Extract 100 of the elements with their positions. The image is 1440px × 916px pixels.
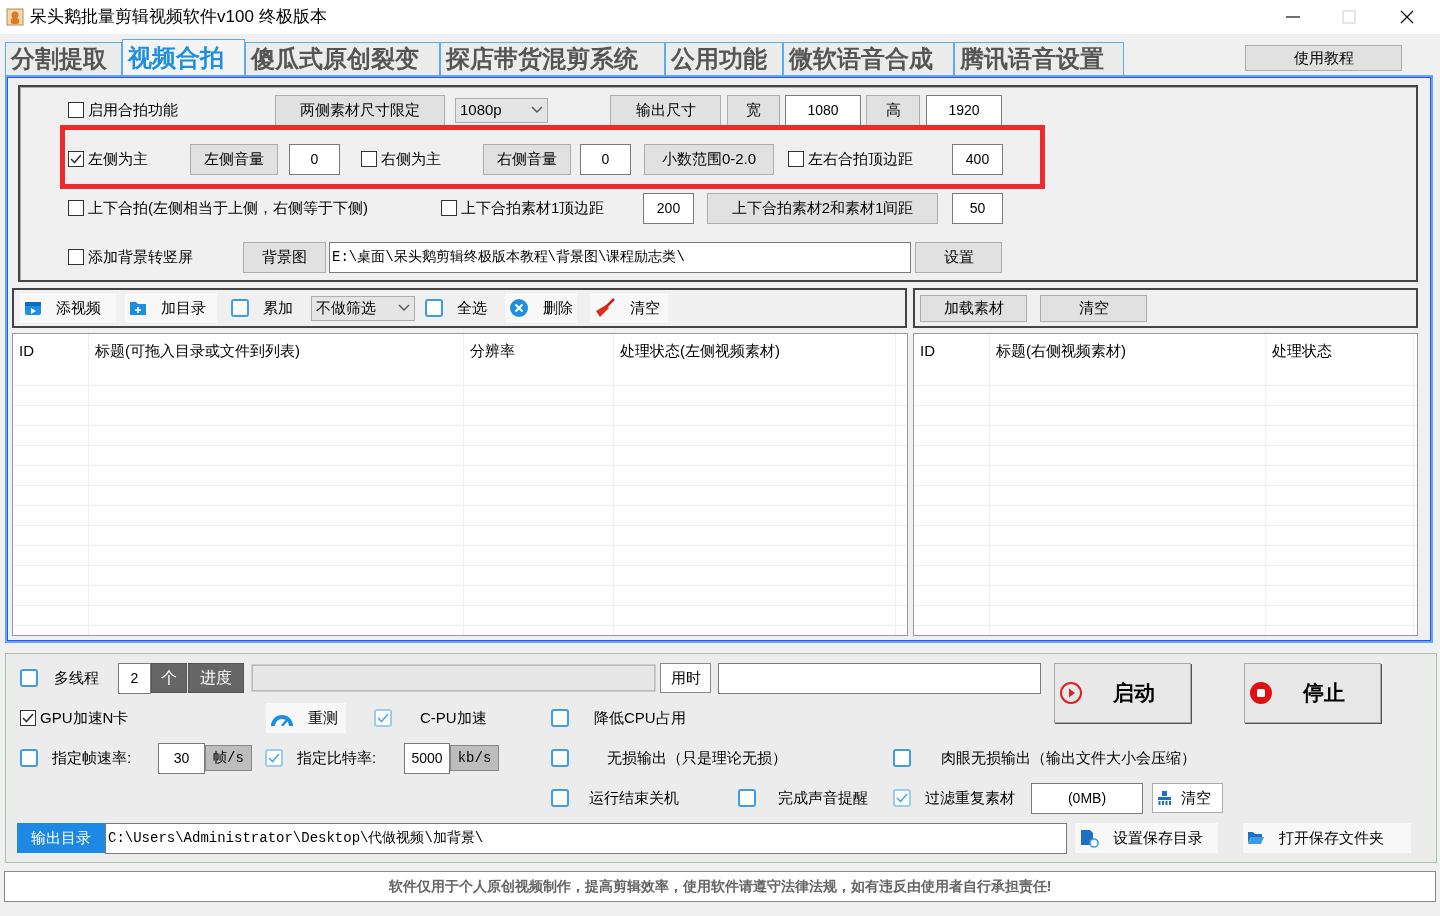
push-button[interactable]: 宽: [727, 94, 780, 126]
push-button[interactable]: 背景图: [243, 241, 326, 273]
input-field[interactable]: 0: [289, 143, 340, 175]
tab[interactable]: 分割提取: [5, 42, 122, 75]
push-button[interactable]: 清空: [1040, 294, 1148, 322]
help-button[interactable]: 使用教程: [1245, 44, 1402, 71]
input-field[interactable]: 400: [952, 143, 1003, 175]
checkbox[interactable]: [361, 151, 377, 167]
push-button[interactable]: 右侧音量: [483, 143, 571, 175]
dropdown[interactable]: 不做筛选: [311, 295, 415, 321]
checkbox-label[interactable]: 左右合拍顶边距: [808, 147, 913, 171]
checkbox[interactable]: [738, 789, 756, 807]
checkbox-label[interactable]: 启用合拍功能: [88, 98, 178, 122]
input-field[interactable]: 0: [580, 143, 631, 175]
toolbar-button[interactable]: 清空: [590, 293, 668, 323]
tag-label: 进度: [188, 663, 244, 693]
film-icon: [24, 299, 42, 317]
folder-icon: [129, 300, 147, 316]
push-button[interactable]: 两侧素材尺寸限定: [275, 94, 445, 126]
toolbar-button[interactable]: 删除: [505, 293, 577, 323]
input-field[interactable]: 200: [643, 192, 694, 224]
window-title: 呆头鹅批量剪辑视频软件v100 终极版本: [30, 6, 327, 29]
caret-icon: [531, 106, 543, 114]
maximize-icon: [1340, 8, 1358, 26]
checkbox-label[interactable]: 肉眼无损输出（输出文件大小会压缩）: [941, 746, 1196, 770]
x-circle-icon: [509, 298, 529, 318]
checkbox[interactable]: [425, 299, 443, 317]
checkbox-label[interactable]: 左侧为主: [88, 147, 148, 171]
input-field[interactable]: 5000: [404, 742, 450, 774]
input-field[interactable]: 50: [952, 192, 1003, 224]
checkbox[interactable]: [68, 151, 84, 167]
push-button[interactable]: 高: [866, 94, 920, 126]
tab[interactable]: 微软语音合成: [783, 42, 954, 75]
checkbox-label[interactable]: GPU加速N卡: [40, 706, 129, 730]
stop-icon: [1249, 681, 1273, 705]
checkbox-label[interactable]: 降低CPU占用: [594, 706, 686, 730]
checkbox[interactable]: [68, 200, 84, 216]
checkbox[interactable]: [20, 749, 38, 767]
tab[interactable]: 公用功能: [665, 42, 783, 75]
checkbox-label[interactable]: 上下合拍(左侧相当于上侧，右侧等于下侧): [88, 196, 368, 220]
close-icon: [1398, 8, 1416, 26]
push-button[interactable]: 设置: [915, 241, 1002, 273]
checkbox-label[interactable]: 累加: [263, 296, 293, 320]
input-field[interactable]: 2: [118, 662, 151, 694]
checkbox-label[interactable]: 全选: [457, 296, 487, 320]
checkbox-label[interactable]: 运行结束关机: [589, 786, 679, 810]
input-field[interactable]: 1080: [785, 94, 861, 126]
input-field[interactable]: E:\桌面\呆头鹅剪辑终极版本教程\背景图\课程励志类\: [329, 241, 911, 273]
checkbox-label[interactable]: 指定比特率:: [297, 746, 377, 770]
toolbar-button[interactable]: 加目录: [125, 293, 217, 323]
play-icon: [1059, 681, 1083, 705]
toolbar-button[interactable]: 设置保存目录: [1075, 823, 1218, 853]
action-button[interactable]: 启动: [1054, 663, 1191, 723]
checkbox-label[interactable]: 过滤重复素材: [925, 786, 1015, 810]
unit-label: 帧/s: [205, 745, 252, 771]
checkbox-label[interactable]: C-PU加速: [420, 706, 487, 730]
input-field[interactable]: (0MB): [1031, 782, 1143, 814]
toolbar-button[interactable]: 清空: [1152, 783, 1223, 813]
push-button[interactable]: 加载素材: [920, 294, 1028, 322]
checkbox[interactable]: [788, 151, 804, 167]
checkbox[interactable]: [551, 789, 569, 807]
push-button[interactable]: 左侧音量: [190, 143, 278, 175]
checkbox[interactable]: [68, 249, 84, 265]
input-field[interactable]: [718, 662, 1041, 694]
folder-icon: [1247, 830, 1265, 846]
checkbox[interactable]: [551, 709, 569, 727]
checkbox-label[interactable]: 添加背景转竖屏: [88, 245, 193, 269]
input-field[interactable]: 30: [158, 742, 205, 774]
checkbox[interactable]: [20, 669, 38, 687]
checkbox-label[interactable]: 多线程: [54, 666, 99, 690]
checkbox-label[interactable]: 指定帧速率:: [52, 746, 132, 770]
checkbox[interactable]: [893, 749, 911, 767]
checkbox[interactable]: [20, 710, 36, 726]
checkbox-label[interactable]: 完成声音提醒: [778, 786, 868, 810]
checkbox-label[interactable]: 无损输出（只是理论无损）: [607, 746, 787, 770]
push-button[interactable]: 小数范围0-2.0: [644, 143, 774, 175]
toolbar-button[interactable]: 打开保存文件夹: [1243, 823, 1411, 853]
toolbar-button[interactable]: 添视频: [20, 293, 116, 323]
tab[interactable]: 探店带货混剪系统: [440, 42, 665, 75]
dropdown[interactable]: 1080p: [455, 97, 548, 123]
checkbox[interactable]: [441, 200, 457, 216]
input-field[interactable]: 1920: [926, 94, 1002, 126]
checkbox[interactable]: [551, 749, 569, 767]
app-icon: [6, 8, 24, 26]
tab[interactable]: 傻瓜式原创裂变: [245, 42, 440, 75]
push-button[interactable]: 输出尺寸: [610, 94, 721, 126]
push-button[interactable]: 上下合拍素材2和素材1间距: [707, 192, 938, 224]
tab[interactable]: 腾讯语音设置: [954, 42, 1124, 75]
time-label: 用时: [660, 663, 711, 693]
checkbox-label[interactable]: 上下合拍素材1顶边距: [461, 196, 605, 220]
checkbox[interactable]: [231, 299, 249, 317]
checkbox[interactable]: [68, 102, 84, 118]
toolbar-button[interactable]: 重测: [266, 703, 346, 733]
caret-icon: [398, 304, 410, 312]
folder-label: 输出目录: [17, 823, 105, 853]
checkbox-label[interactable]: 右侧为主: [381, 147, 441, 171]
action-button[interactable]: 停止: [1244, 663, 1381, 723]
input-field[interactable]: C:\Users\Administrator\Desktop\代做视频\加背景\: [105, 822, 1067, 854]
minimize-icon: [1286, 16, 1300, 18]
notice-text: 软件仅用于个人原创视频制作，提高剪辑效率，使用软件请遵守法律法规，如有违反由使用者自行承担责任!: [388, 877, 1052, 896]
